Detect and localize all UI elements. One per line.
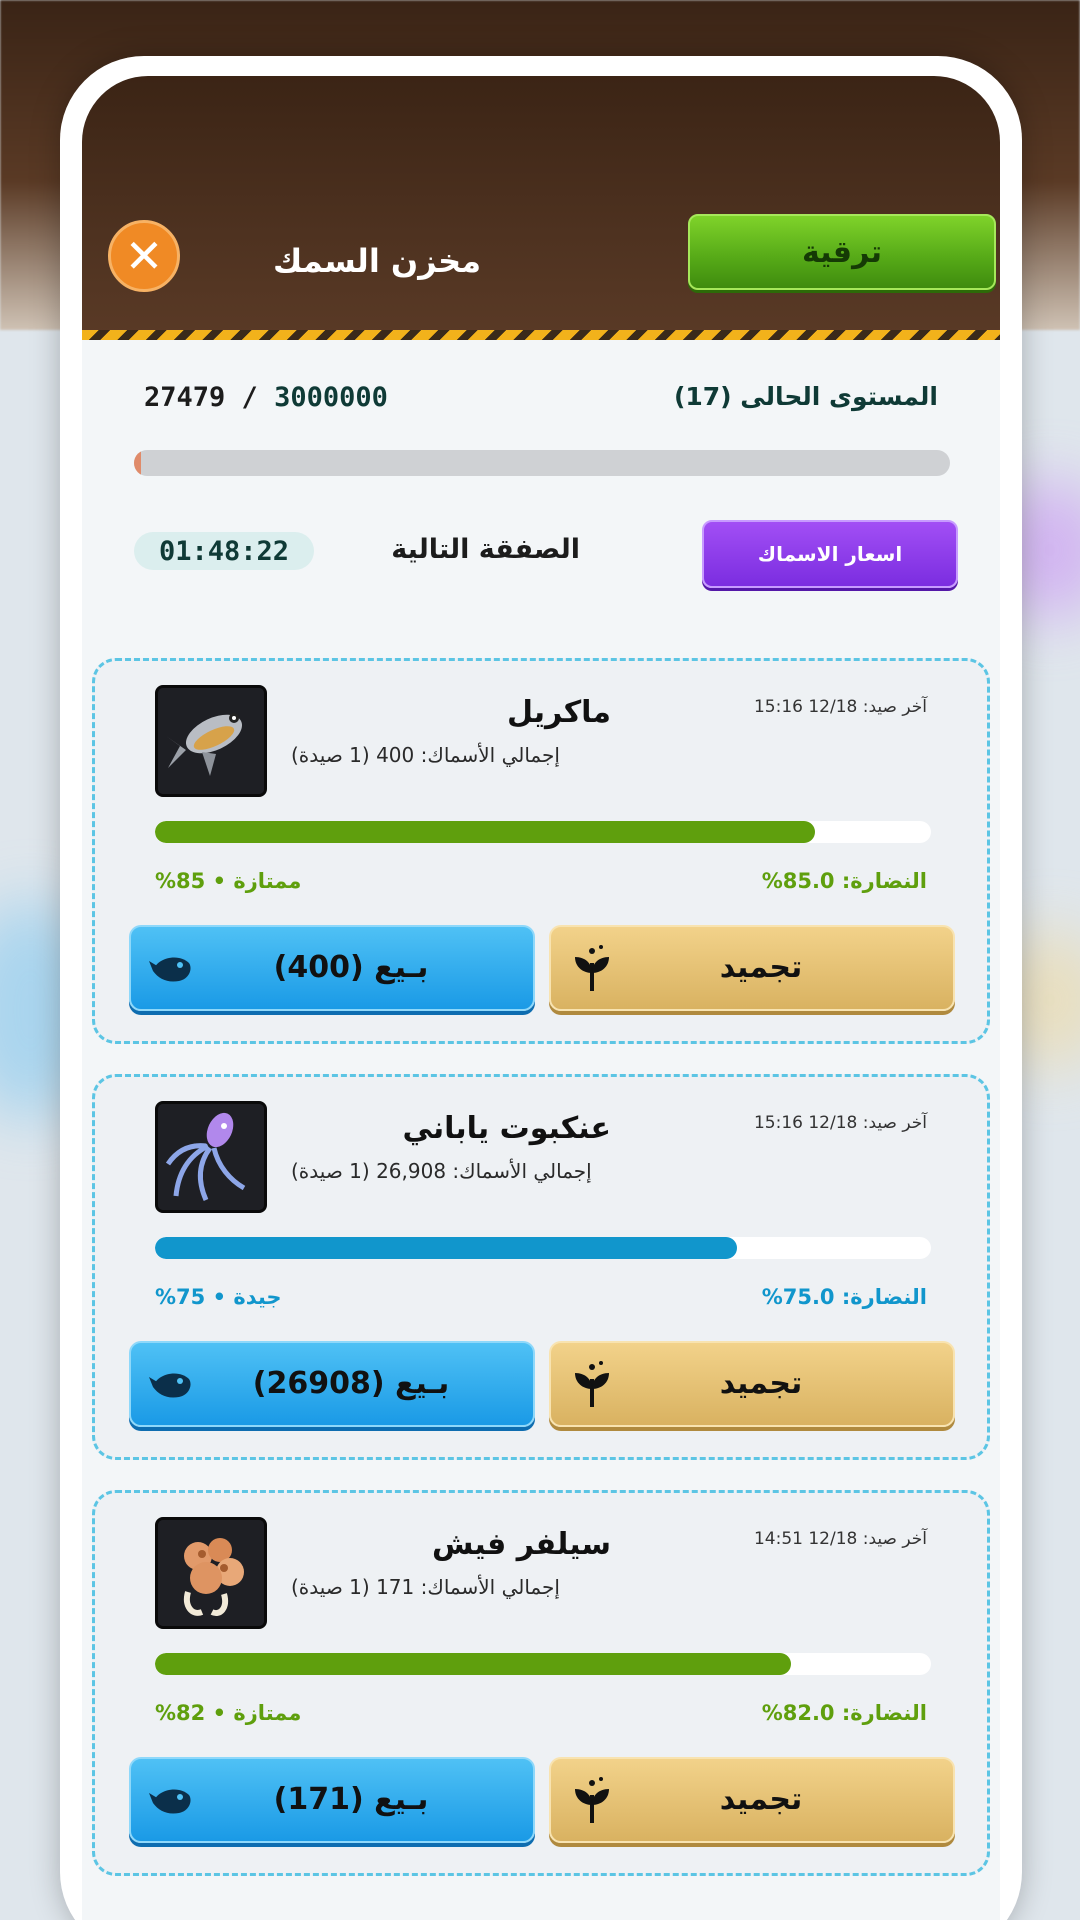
fish-icon (149, 1789, 191, 1814)
storage-separator: / (241, 382, 258, 413)
freeze-label: تجميد (719, 950, 803, 985)
sell-button[interactable]: بـيع (26908) (129, 1341, 535, 1427)
freshness-bar (155, 1237, 931, 1259)
freshness-fill (155, 1237, 737, 1259)
freshness-label: النضارة: 75.0% (761, 1285, 927, 1309)
freshness-label: النضارة: 85.0% (761, 869, 927, 893)
last-catch-time: آخر صيد: 12/18 15:16 (753, 1113, 927, 1133)
fish-card: سيلفر فيش إجمالي الأسماك: 171 (1 صيدة) آ… (92, 1490, 990, 1876)
fish-name: ماكريل (507, 695, 611, 730)
freeze-button[interactable]: تجميد (549, 1341, 955, 1427)
dialog-title: مخزن السمك (272, 242, 482, 280)
fish-name: سيلفر فيش (432, 1527, 611, 1562)
freeze-label: تجميد (719, 1366, 803, 1401)
storage-capacity-bar (134, 450, 950, 476)
fish-total: إجمالي الأسماك: 171 (1 صيدة) (291, 1575, 560, 1599)
freshness-bar (155, 821, 931, 843)
storage-max: 3000000 (274, 382, 388, 413)
freeze-button[interactable]: تجميد (549, 1757, 955, 1843)
next-deal-timer: 01:48:22 (134, 532, 314, 570)
dialog-header: ترقية مخزن السمك ✕ (82, 76, 1000, 340)
storage-level-row: 27479 / 3000000 المستوى الحالى (17) (82, 376, 1000, 426)
fish-icon (149, 1373, 191, 1398)
close-button[interactable]: ✕ (108, 220, 180, 292)
quality-label: جيدة • 75% (155, 1285, 282, 1309)
sell-label: بـيع (26908) (252, 1366, 450, 1401)
sell-label: بـيع (400) (273, 950, 429, 985)
header-hazard-stripe (82, 330, 1000, 340)
close-icon: ✕ (124, 229, 164, 283)
current-level-label: المستوى الحالى (17) (673, 382, 938, 411)
squid-icon (155, 1101, 267, 1213)
sprout-icon (575, 1777, 609, 1823)
quality-label: ممتازة • 85% (155, 869, 302, 893)
upgrade-button[interactable]: ترقية (688, 214, 996, 290)
coral-crab-icon (155, 1517, 267, 1629)
freshness-fill (155, 821, 815, 843)
fish-storage-dialog: ترقية مخزن السمك ✕ 27479 / 3000000 المست… (82, 76, 1000, 1920)
fish-total: إجمالي الأسماك: 400 (1 صيدة) (291, 743, 560, 767)
last-catch-time: آخر صيد: 12/18 15:16 (753, 697, 927, 717)
fish-card: ماكريل إجمالي الأسماك: 400 (1 صيدة) آخر … (92, 658, 990, 1044)
sprout-icon (575, 945, 609, 991)
sell-button[interactable]: بـيع (400) (129, 925, 535, 1011)
freshness-bar (155, 1653, 931, 1675)
mackerel-fish-icon (155, 685, 267, 797)
fish-name: عنكبوت ياباني (402, 1111, 611, 1146)
sprout-icon (575, 1361, 609, 1407)
freshness-fill (155, 1653, 792, 1675)
fish-card: عنكبوت ياباني إجمالي الأسماك: 26,908 (1 … (92, 1074, 990, 1460)
freeze-button[interactable]: تجميد (549, 925, 955, 1011)
storage-capacity: 27479 / 3000000 (144, 382, 388, 413)
storage-capacity-fill (134, 450, 142, 476)
fish-icon (149, 957, 191, 982)
freeze-label: تجميد (719, 1782, 803, 1817)
sell-label: بـيع (171) (273, 1782, 429, 1817)
fish-prices-button[interactable]: اسعار الاسماك (702, 520, 958, 588)
next-deal-label: الصفقة التالية (391, 534, 580, 565)
fish-total: إجمالي الأسماك: 26,908 (1 صيدة) (291, 1159, 592, 1183)
freshness-label: النضارة: 82.0% (761, 1701, 927, 1725)
storage-current: 27479 (144, 382, 226, 413)
last-catch-time: آخر صيد: 12/18 14:51 (753, 1529, 927, 1549)
quality-label: ممتازة • 82% (155, 1701, 302, 1725)
sell-button[interactable]: بـيع (171) (129, 1757, 535, 1843)
